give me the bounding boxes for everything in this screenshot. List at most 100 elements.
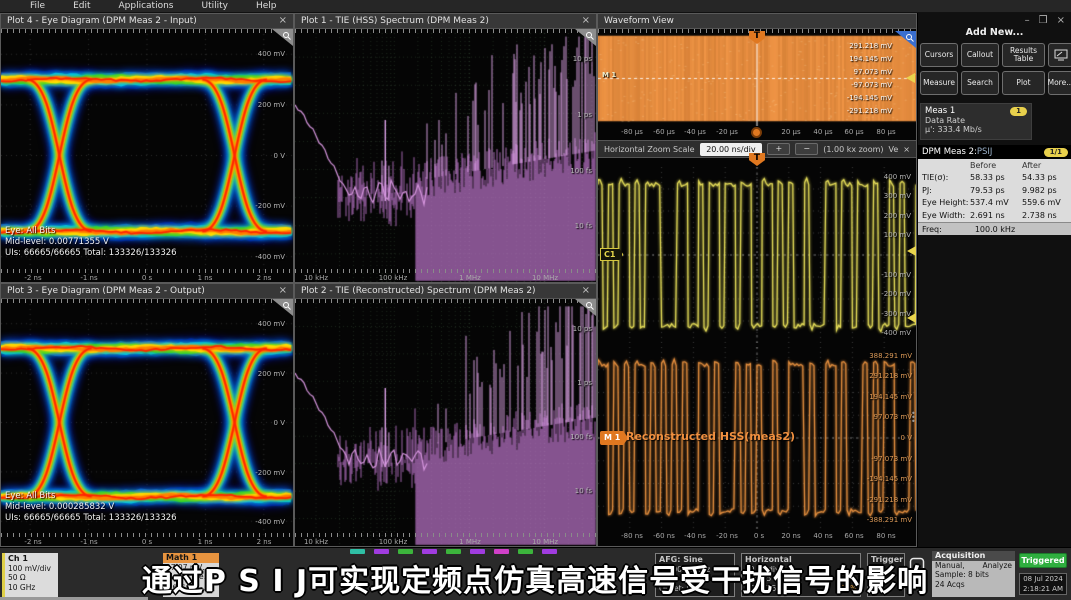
axis-label: -1 ns	[74, 274, 104, 282]
plot1-close-icon[interactable]: ×	[582, 16, 590, 26]
axis-label: 0 s	[132, 538, 162, 546]
plot1-header[interactable]: Plot 1 - TIE (HSS) Spectrum (DPM Meas 2)…	[295, 14, 596, 29]
overview-source-label[interactable]: M 1	[602, 71, 616, 79]
menu-utility[interactable]: Utility	[201, 1, 227, 11]
waveform-view-title: Waveform View	[604, 16, 910, 26]
minimized-badge-chip[interactable]	[374, 549, 389, 554]
ch1-zoom-canvas[interactable]	[598, 167, 916, 343]
axis-label: -20 µs	[712, 128, 742, 136]
plot1-body: 10 ps 1 ps 100 fs 10 fs 10 kHz 100 kHz 1…	[295, 29, 596, 282]
dpm-title: DPM Meas 2:	[922, 147, 977, 157]
plot2-close-icon[interactable]: ×	[582, 286, 590, 296]
results-table-button[interactable]: Results Table	[1002, 43, 1045, 67]
plot4-close-icon[interactable]: ×	[279, 16, 287, 26]
cursors-button[interactable]: Cursors	[920, 43, 958, 67]
panel-splitter-handle[interactable]: •••	[911, 412, 915, 424]
annotate-icon-button[interactable]	[1048, 43, 1071, 67]
dpm-nav-pill[interactable]: 1/1	[1044, 148, 1068, 157]
trigger-flag-icon[interactable]: T	[749, 153, 765, 166]
minimized-badge-chip[interactable]	[494, 549, 509, 554]
plot2-spectrum-panel: Plot 2 - TIE (Reconstructed) Spectrum (D…	[294, 283, 597, 547]
axis-label: -291.218 mV	[867, 496, 912, 504]
search-button[interactable]: Search	[961, 71, 999, 95]
axis-label: 200 mV	[884, 212, 911, 220]
ch1-ground-arrow-icon[interactable]	[907, 246, 916, 256]
zoom-in-button[interactable]: +	[767, 143, 790, 155]
minimized-badge-chip[interactable]	[350, 549, 365, 554]
meas1-badge[interactable]: Meas 1 1 Data Rate μ': 333.4 Mb/s	[920, 103, 1032, 140]
axis-label: -60 ns	[649, 532, 679, 540]
axis-label: 10 fs	[575, 487, 592, 495]
minimized-badge-chip[interactable]	[446, 549, 461, 554]
plot4-body: 400 mV 200 mV 0 V -200 mV -400 mV -2 ns …	[1, 29, 293, 282]
axis-label: 10 ps	[573, 55, 592, 63]
dpm-meas2-results[interactable]: DPM Meas 2: PSIJ 1/1 Before After TIE(σ)…	[918, 145, 1071, 235]
axis-label: 100 mV	[884, 231, 911, 239]
maximize-icon[interactable]: ❒	[1039, 15, 1048, 26]
menu-applications[interactable]: Applications	[119, 1, 174, 11]
acquisition-sample: Sample: 8 bits	[932, 570, 1015, 580]
menu-help[interactable]: Help	[256, 1, 277, 11]
axis-label: 100 kHz	[378, 538, 408, 546]
minimized-badge-chip[interactable]	[422, 549, 437, 554]
triggered-status-button[interactable]: Triggered	[1019, 553, 1067, 568]
meas1-name: Meas 1	[925, 106, 955, 116]
math1-waveform-badge[interactable]: M 1	[600, 431, 628, 445]
table-row: Eye Width: 2.691 ns 2.738 ns	[918, 209, 1071, 222]
axis-label: 0 s	[744, 532, 774, 540]
ch1-bandwidth: 10 GHz	[8, 583, 55, 593]
waveform-view-header[interactable]: Waveform View	[598, 14, 916, 29]
axis-label: -60 µs	[649, 128, 679, 136]
minimized-badge-chip[interactable]	[518, 549, 533, 554]
axis-label: 20 ns	[776, 532, 806, 540]
minimized-badges-strip[interactable]	[350, 549, 557, 554]
overview-reference-arrow-icon[interactable]	[906, 73, 915, 83]
plot1-spectrum-canvas[interactable]	[295, 29, 596, 282]
zoom-close-icon[interactable]: ×	[903, 145, 910, 154]
axis-label: 2 ns	[249, 538, 279, 546]
meas1-value: μ': 333.4 Mb/s	[925, 125, 1027, 134]
minimize-icon[interactable]: –	[1025, 15, 1030, 26]
eye-info-line: Mid-level: 0.000285832 V	[5, 502, 114, 512]
close-icon[interactable]: ×	[1057, 15, 1065, 26]
eye-info-line: Eye: All Bits	[5, 226, 55, 236]
axis-label: 60 ns	[839, 532, 869, 540]
plot3-close-icon[interactable]: ×	[279, 286, 287, 296]
axis-label: 400 mV	[258, 320, 285, 328]
axis-label: -2 ns	[18, 274, 48, 282]
plot1-top-ruler	[295, 29, 596, 33]
measure-button[interactable]: Measure	[920, 71, 958, 95]
ch1-termination: 50 Ω	[8, 573, 55, 583]
axis-label: 40 ns	[808, 532, 838, 540]
more-button[interactable]: More...	[1048, 71, 1071, 95]
callout-button[interactable]: Callout	[961, 43, 999, 67]
axis-label: 291.218 mV	[869, 372, 912, 380]
zoom-out-button[interactable]: −	[795, 143, 818, 155]
acquisition-panel[interactable]: Acquisition Manual, Analyze Sample: 8 bi…	[932, 551, 1015, 597]
subtitle-overlay: 通过P S I J可实现定频点仿真高速信号受干扰信号的影响	[142, 556, 928, 600]
trigger-level-arrow-icon[interactable]	[907, 313, 916, 323]
plot2-header[interactable]: Plot 2 - TIE (Reconstructed) Spectrum (D…	[295, 284, 596, 299]
meas1-type: Data Rate	[925, 116, 1027, 125]
minimized-badge-chip[interactable]	[398, 549, 413, 554]
axis-label: -200 mV	[255, 469, 285, 477]
plot-button[interactable]: Plot	[1002, 71, 1045, 95]
ch1-badge[interactable]: Ch 1 100 mV/div 50 Ω 10 GHz	[2, 553, 58, 597]
dpm-col-before: Before	[970, 161, 1022, 170]
axis-label: 80 µs	[871, 128, 901, 136]
plot2-spectrum-canvas[interactable]	[295, 299, 596, 546]
axis-label: 100 fs	[570, 433, 592, 441]
minimized-badge-chip[interactable]	[542, 549, 557, 554]
minimized-badge-chip[interactable]	[470, 549, 485, 554]
ch1-badge-name: Ch 1	[8, 554, 55, 564]
plot4-header[interactable]: Plot 4 - Eye Diagram (DPM Meas 2 - Input…	[1, 14, 293, 29]
plot3-header[interactable]: Plot 3 - Eye Diagram (DPM Meas 2 - Outpu…	[1, 284, 293, 299]
meas1-source-pill[interactable]: 1	[1010, 107, 1027, 116]
table-row: TIE(σ): 58.33 ps 54.33 ps	[918, 172, 1071, 185]
horizontal-pan-handle[interactable]	[751, 127, 762, 138]
menu-file[interactable]: File	[30, 1, 45, 11]
plot2-bottom-ruler	[295, 533, 596, 537]
menu-edit[interactable]: Edit	[73, 1, 90, 11]
axis-label: -2 ns	[18, 538, 48, 546]
ch1-waveform-badge[interactable]: C1	[600, 248, 623, 261]
